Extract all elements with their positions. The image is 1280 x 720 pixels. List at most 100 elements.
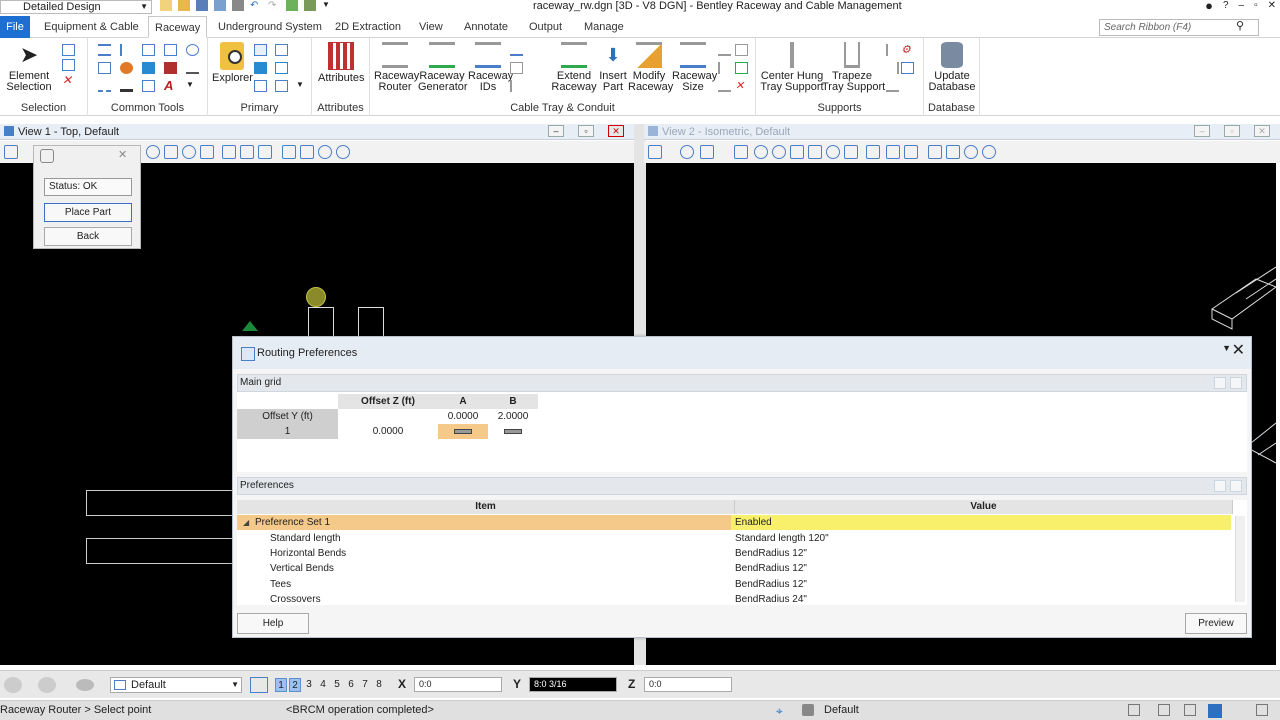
line-icon[interactable] (186, 62, 199, 74)
collapse-icon[interactable]: ▼ (1222, 343, 1231, 353)
pin-panel-icon[interactable] (1230, 480, 1242, 492)
edit-support-icon[interactable] (901, 62, 914, 74)
filter-icon[interactable] (300, 145, 314, 159)
update-database-button[interactable]: Update Database (928, 42, 976, 93)
line-weight-icon[interactable] (120, 80, 133, 92)
clear-selection-icon[interactable]: ✕ (62, 74, 75, 86)
forward-nav-icon[interactable] (38, 677, 56, 693)
connect-icon[interactable] (510, 44, 523, 56)
tab-2d-extraction[interactable]: 2D Extraction (329, 16, 407, 38)
extend-raceway-button[interactable]: Extend Raceway (550, 42, 598, 93)
display-icon[interactable] (680, 145, 694, 159)
preferences-scrollbar[interactable] (1235, 516, 1245, 602)
grid-icon[interactable] (98, 62, 111, 74)
view-button-7[interactable]: 7 (359, 678, 371, 692)
tab-underground-system[interactable]: Underground System (212, 16, 328, 38)
bracket-icon[interactable] (886, 44, 899, 56)
restore-icon[interactable]: ▫ (1254, 0, 1258, 12)
raceway-router-button[interactable]: Raceway Router (374, 42, 419, 93)
open-file-icon[interactable] (178, 0, 190, 11)
close-icon[interactable]: ✕ (1232, 340, 1245, 360)
window-area-icon[interactable] (282, 145, 296, 159)
filter-icon[interactable] (946, 145, 960, 159)
model-icon[interactable] (1128, 704, 1140, 716)
element-selection-button[interactable]: ➤ Element Selection (6, 42, 52, 93)
rotate-icon[interactable] (186, 44, 199, 56)
table-row[interactable]: Tees BendRadius 12" (237, 577, 1231, 592)
grid-cell-row1-a[interactable] (438, 424, 488, 439)
next-view-icon[interactable] (240, 145, 254, 159)
explorer-button[interactable]: Explorer (212, 42, 253, 84)
model-icon[interactable] (254, 62, 267, 74)
update-view-icon[interactable] (734, 145, 748, 159)
compress-icon[interactable] (232, 0, 244, 11)
lock-icon[interactable] (802, 704, 814, 716)
insert-part-button[interactable]: ⬇ Insert Part (594, 42, 632, 93)
tray-icon[interactable] (718, 44, 731, 56)
view-button-6[interactable]: 6 (345, 678, 357, 692)
customize-icon[interactable]: ▼ (322, 0, 334, 11)
grid-cell-row1-offset-z[interactable]: 0.0000 (338, 424, 438, 439)
window-area-icon[interactable] (790, 145, 804, 159)
rectangle-icon[interactable] (142, 80, 155, 92)
x-coordinate-input[interactable]: 0:0 (414, 677, 502, 692)
workflow-dropdown[interactable]: Detailed Design ▼ (0, 0, 152, 14)
color-icon[interactable] (142, 62, 155, 74)
place-part-button[interactable]: Place Part (44, 203, 132, 222)
lighting-icon[interactable] (700, 145, 714, 159)
fill-icon[interactable] (164, 62, 177, 74)
fit-view-icon[interactable] (258, 145, 272, 159)
move-icon[interactable] (164, 44, 177, 56)
tab-equipment-cable[interactable]: Equipment & Cable (38, 16, 145, 38)
branch-icon[interactable] (510, 80, 523, 92)
table-row[interactable]: Crossovers BendRadius 24" (237, 592, 1231, 605)
redo-icon[interactable]: ↷ (268, 0, 280, 11)
search-icon[interactable]: ⚲ (1236, 19, 1244, 32)
settings-icon[interactable] (304, 0, 316, 11)
preview-button[interactable]: Preview (1185, 613, 1247, 634)
text-icon[interactable]: A (164, 79, 177, 92)
sheet-icon[interactable] (1158, 704, 1170, 716)
tab-file[interactable]: File (0, 16, 30, 38)
tab-output[interactable]: Output (523, 16, 568, 38)
elbow-icon[interactable] (718, 62, 731, 74)
trapeze-tray-support-button[interactable]: Trapeze Tray Support (822, 42, 885, 93)
view-group-icon[interactable] (76, 679, 94, 691)
view-button-2[interactable]: 2 (289, 678, 301, 692)
tab-manage[interactable]: Manage (578, 16, 630, 38)
pin-icon[interactable] (286, 0, 298, 11)
help-icon[interactable]: ? (1223, 0, 1229, 12)
more-icon[interactable]: ▼ (186, 80, 199, 92)
zoom-in-icon[interactable] (146, 145, 160, 159)
close-icon[interactable]: ✕ (118, 148, 127, 161)
collapse-panel-icon[interactable] (1214, 377, 1226, 389)
list-icon[interactable] (98, 44, 111, 56)
level-icon[interactable] (254, 80, 267, 92)
center-hung-tray-support-button[interactable]: Center Hung Tray Support (760, 42, 824, 93)
raceway-ids-button[interactable]: Raceway IDs (468, 42, 513, 93)
grid-cell-offset-y-a[interactable]: 0.0000 (438, 409, 488, 424)
cube-icon[interactable] (275, 44, 288, 56)
user-icon[interactable]: ● (1205, 0, 1213, 12)
rotate-view-icon[interactable] (826, 145, 840, 159)
view-button-3[interactable]: 3 (303, 678, 315, 692)
grid-cell-row1-b[interactable] (488, 424, 538, 439)
select-fence-icon[interactable] (62, 59, 75, 71)
pan-icon[interactable] (200, 145, 214, 159)
restore-icon[interactable]: ▫ (1224, 125, 1240, 137)
select-all-icon[interactable] (62, 44, 75, 56)
attributes-button[interactable]: Attributes (318, 42, 364, 84)
walk-icon[interactable] (866, 145, 880, 159)
grid-display-icon[interactable] (1208, 704, 1222, 718)
raceway-generator-button[interactable]: Raceway Generator (418, 42, 468, 93)
line-style-icon[interactable] (98, 80, 111, 92)
zoom-out-icon[interactable] (772, 145, 786, 159)
table-row[interactable]: Vertical Bends BendRadius 12" (237, 561, 1231, 576)
view-attributes-icon[interactable] (648, 145, 662, 159)
back-button[interactable]: Back (44, 227, 132, 246)
joint-icon[interactable] (510, 62, 523, 74)
table-row[interactable]: ◢ Preference Set 1 Enabled (237, 515, 1231, 530)
minimize-icon[interactable]: – (548, 125, 564, 137)
minimize-icon[interactable]: – (1194, 125, 1210, 137)
active-level-dropdown[interactable]: Default ▼ (110, 677, 242, 693)
